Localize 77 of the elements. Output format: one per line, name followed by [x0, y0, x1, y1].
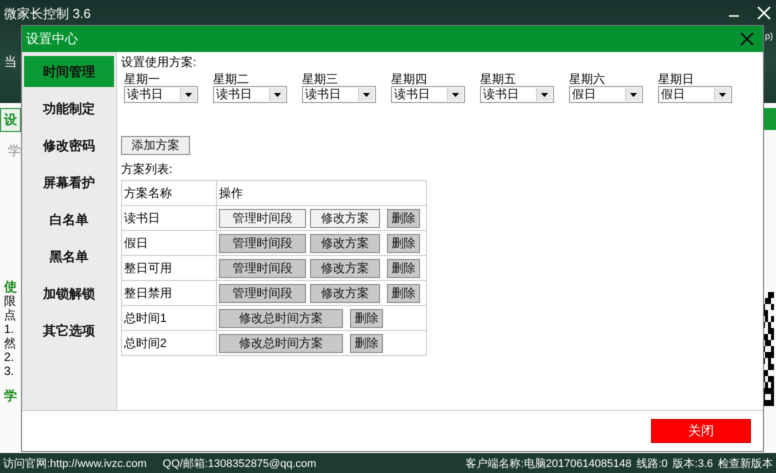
sidebar-item[interactable]: 功能制定 — [24, 93, 114, 124]
action-button[interactable]: 管理时间段 — [219, 258, 306, 278]
sidebar-item[interactable]: 时间管理 — [24, 56, 114, 87]
section-label: 方案列表: — [121, 161, 172, 178]
action-button[interactable]: 管理时间段 — [219, 284, 306, 302]
section-label: 设置使用方案: — [121, 54, 196, 71]
dropdown-arrow-icon — [719, 92, 726, 96]
sidebar-item[interactable]: 其它选项 — [24, 315, 114, 346]
partial-text: 然 — [4, 336, 17, 350]
action-button[interactable]: 修改总时间方案 — [219, 308, 343, 328]
day-label: 星期六 — [569, 72, 606, 86]
dropdown-arrow-icon — [274, 92, 281, 96]
day-label: 星期二 — [213, 72, 250, 86]
partial-text: 学 — [8, 144, 21, 158]
plan-dropdown[interactable]: 读书日 — [480, 86, 554, 103]
action-button[interactable]: 删除 — [350, 308, 383, 328]
partial-text: 限 — [4, 294, 17, 308]
day-label: 星期五 — [480, 72, 517, 86]
dropdown-arrow-icon — [541, 92, 548, 96]
client-name-text: 客户端名称:电脑20170614085148 — [466, 456, 632, 470]
column-header: 方案名称 — [122, 180, 216, 206]
plan-dropdown[interactable]: 读书日 — [302, 86, 376, 103]
action-button[interactable]: 修改方案 — [310, 258, 380, 278]
check-update-link[interactable]: 检查新版本 — [718, 456, 773, 470]
partial-text: 当 — [4, 55, 18, 69]
action-button[interactable]: 删除 — [387, 234, 420, 252]
sidebar-item[interactable]: 加锁解锁 — [24, 278, 114, 309]
table-cell: 读书日 — [122, 206, 216, 230]
column-header: 操作 — [216, 180, 426, 206]
version-text: 版本:3.6 — [672, 456, 713, 470]
action-button[interactable]: 修改方案 — [310, 284, 380, 302]
action-button[interactable]: 管理时间段 — [219, 208, 306, 228]
action-button[interactable]: 删除 — [350, 334, 383, 352]
partial-text: 3. — [4, 364, 16, 378]
plan-dropdown[interactable]: 读书日 — [213, 86, 287, 103]
action-button[interactable]: 修改总时间方案 — [219, 334, 343, 352]
plan-dropdown[interactable]: 假日 — [569, 86, 643, 103]
website-text: 访问官网:http://www.ivzc.com — [3, 456, 147, 470]
action-button[interactable]: 删除 — [387, 208, 420, 228]
plan-dropdown[interactable]: 读书日 — [391, 86, 465, 103]
day-label: 星期四 — [391, 72, 428, 86]
partial-text: 使 — [4, 280, 18, 294]
contact-text: QQ/邮箱:1308352875@qq.com — [162, 456, 316, 470]
partial-text: 2. — [4, 350, 16, 364]
close-button[interactable]: 关闭 — [651, 419, 751, 443]
table-cell: 整日可用 — [122, 256, 216, 280]
table-cell: 整日禁用 — [122, 280, 216, 306]
sidebar-item[interactable]: 修改密码 — [24, 130, 114, 161]
add-plan-button[interactable]: 添加方案 — [121, 136, 190, 155]
sidebar-item[interactable]: 屏幕看护 — [24, 167, 114, 198]
action-button[interactable]: 修改方案 — [310, 234, 380, 252]
action-button[interactable]: 删除 — [387, 284, 420, 302]
partial-text: p) — [765, 31, 774, 41]
day-label: 星期三 — [302, 72, 339, 86]
dropdown-arrow-icon — [363, 92, 370, 96]
table-cell: 总时间2 — [122, 330, 216, 356]
action-button[interactable]: 删除 — [387, 258, 420, 278]
table-cell: 假日 — [122, 230, 216, 256]
partial-text: 点 — [4, 308, 17, 322]
action-button[interactable]: 修改方案 — [310, 208, 380, 228]
table-cell: 总时间1 — [122, 306, 216, 330]
partial-text: 1. — [4, 322, 16, 336]
line-text: 线路:0 — [636, 456, 668, 470]
day-label: 星期一 — [124, 72, 161, 86]
action-button[interactable]: 管理时间段 — [219, 234, 306, 252]
dropdown-arrow-icon — [452, 92, 459, 96]
partial-text: 设 — [0, 108, 21, 132]
dialog-title: 设置中心 — [26, 30, 78, 48]
sidebar-item[interactable]: 黑名单 — [24, 241, 114, 272]
dropdown-arrow-icon — [630, 92, 637, 96]
dropdown-arrow-icon — [185, 92, 192, 96]
partial-text: 学 — [4, 389, 18, 403]
plan-dropdown[interactable]: 读书日 — [124, 86, 198, 103]
sidebar-item[interactable]: 白名单 — [24, 204, 114, 235]
plan-dropdown[interactable]: 假日 — [658, 86, 732, 103]
day-label: 星期日 — [658, 72, 695, 86]
app-title: 微家长控制 3.6 — [4, 5, 91, 23]
